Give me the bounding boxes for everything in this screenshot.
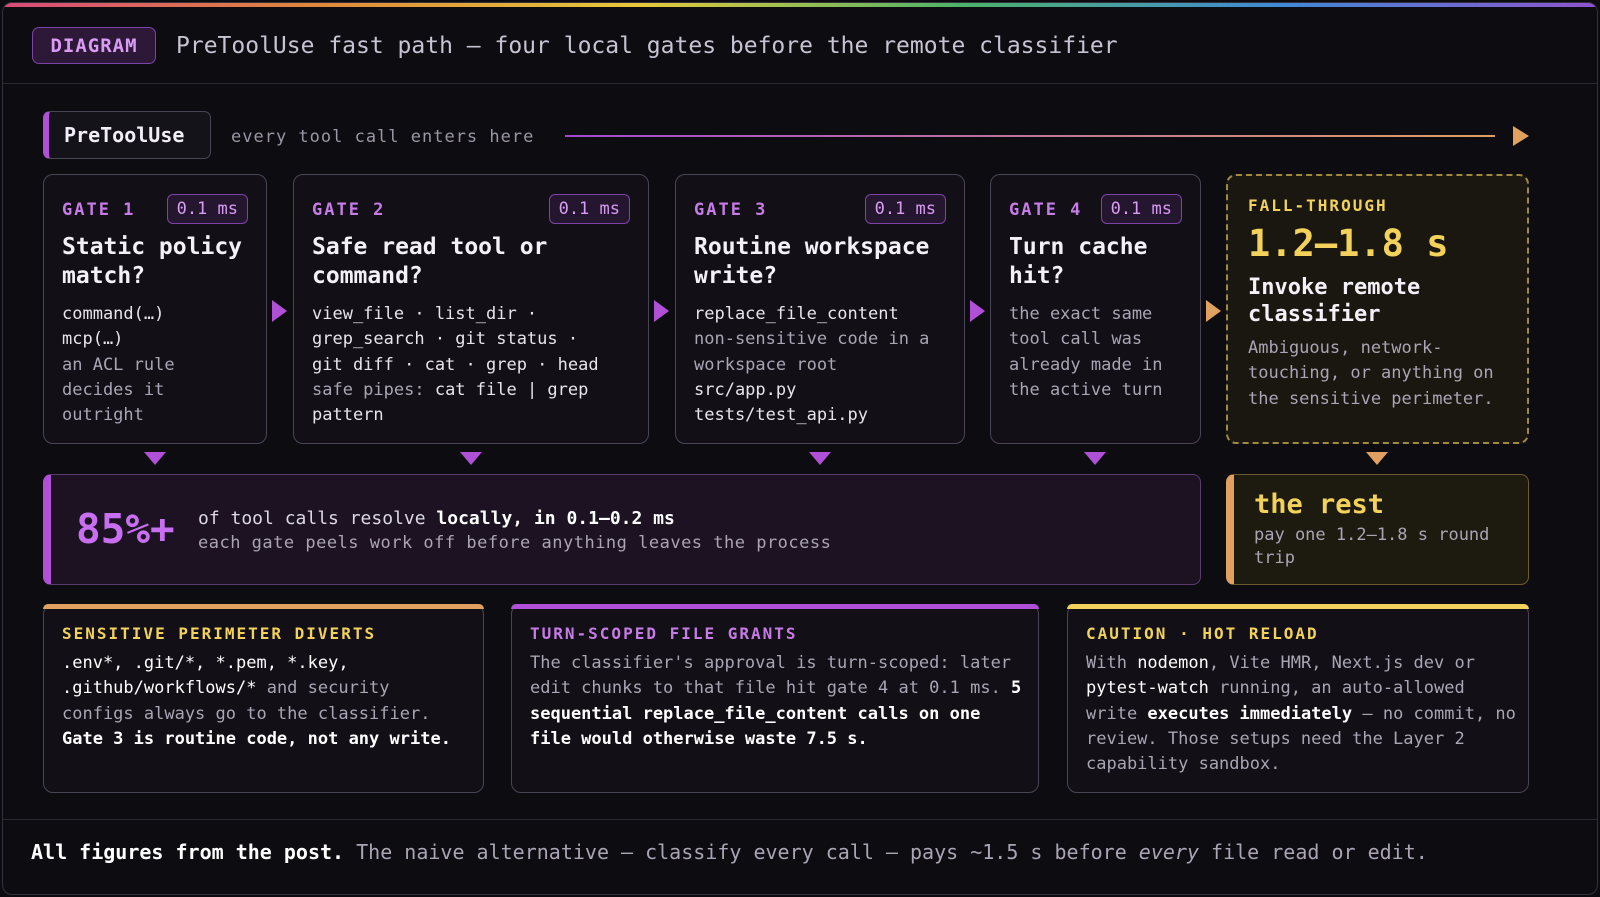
gate-line: view_file · list_dir ·	[312, 304, 538, 324]
gate-body: the exact same tool call was already mad…	[1009, 302, 1190, 403]
gate-line: the exact same	[1009, 304, 1153, 324]
gate-line: pattern	[312, 405, 384, 426]
gate-line: the active turn	[1009, 379, 1163, 400]
fallthrough-card: FALL-THROUGH 1.2–1.8 s Invoke remote cla…	[1226, 174, 1529, 444]
gate-line: replace_file_content	[694, 304, 899, 324]
arrow-down-icon	[809, 452, 831, 465]
pretooluse-entry-node: PreToolUse	[43, 111, 211, 159]
gate-line: src/app.py	[694, 379, 797, 400]
gate-title: Static policy match?	[62, 234, 243, 289]
gate-4-card: GATE 4 0.1 ms Turn cache hit? the exact …	[990, 174, 1201, 444]
sensitive-perimeter-note: SENSITIVE PERIMETER DIVERTS .env*, .git/…	[43, 604, 484, 793]
pipe-code: cat file | grep	[434, 379, 589, 400]
note-code: pytest-watch	[1086, 678, 1209, 699]
note-body: .env*, .git/*, *.pem, *.key, .github/wor…	[62, 651, 471, 752]
gate-line: grep_search · git status ·	[312, 329, 579, 350]
footer-bar: All figures from the post. The naive alt…	[3, 819, 1597, 894]
file-grants-note: TURN-SCOPED FILE GRANTS The classifier's…	[511, 604, 1039, 793]
gate-line: mcp(…)	[62, 329, 124, 350]
footer-span: The naive alternative — classify every c…	[344, 840, 1139, 864]
note-body: The classifier's approval is turn-scoped…	[530, 651, 1026, 752]
note-accent-bar	[43, 604, 484, 609]
local-percentage: 85%+	[76, 505, 175, 553]
gate-line: already made in	[1009, 354, 1163, 375]
gate-line: tests/test_api.py	[694, 405, 868, 426]
diagram-frame: DIAGRAM PreToolUse fast path — four loca…	[2, 2, 1598, 895]
fallthrough-body: Ambiguous, network-touching, or anything…	[1248, 338, 1494, 409]
gate-line: decides it	[62, 379, 165, 400]
arrow-right-icon	[970, 300, 985, 322]
local-resolution-summary: 85%+ of tool calls resolve locally, in 0…	[43, 474, 1201, 585]
note-text: With	[1086, 653, 1138, 673]
fallthrough-title: Invoke remote classifier	[1248, 275, 1421, 327]
gate-body: command(…) mcp(…) an ACL rule decides it…	[62, 302, 256, 428]
note-text: The classifier's approval is turn-scoped…	[530, 653, 1012, 699]
note-bold: executes immediately	[1147, 703, 1353, 724]
gate-title: Turn cache hit?	[1009, 234, 1148, 289]
gate-time-badge: 0.1 ms	[548, 194, 630, 224]
arrow-down-icon	[1366, 452, 1388, 465]
gate-line: git diff · cat · grep · head	[312, 354, 599, 375]
note-accent-bar	[1067, 604, 1529, 609]
footer-span: file read or edit.	[1199, 840, 1428, 864]
summary-emphasis: locally, in 0.1–0.2 ms	[436, 508, 675, 529]
note-accent-bar	[511, 604, 1039, 609]
hot-reload-caution-note: CAUTION · HOT RELOAD With nodemon, Vite …	[1067, 604, 1529, 793]
fallthrough-label: FALL-THROUGH	[1248, 196, 1388, 215]
summary-text: of tool calls resolve	[198, 508, 437, 529]
gate-line: an ACL rule	[62, 354, 175, 375]
arrow-down-icon	[1084, 452, 1106, 465]
note-label: SENSITIVE PERIMETER DIVERTS	[62, 624, 377, 643]
gate-title: Routine workspace write?	[694, 234, 930, 289]
gate-body: view_file · list_dir · grep_search · git…	[312, 302, 638, 428]
summary-line-1: of tool calls resolve locally, in 0.1–0.…	[198, 508, 675, 529]
note-code: nodemon	[1137, 653, 1209, 673]
diagram-badge: DIAGRAM	[32, 27, 156, 64]
gate-label: GATE 3	[694, 200, 768, 220]
gate-line: non-sensitive code in a	[694, 329, 930, 350]
gate-line: outright	[62, 405, 144, 426]
fallthrough-latency: 1.2–1.8 s	[1248, 222, 1449, 265]
gate-1-card: GATE 1 0.1 ms Static policy match? comma…	[43, 174, 267, 444]
gate-label: GATE 4	[1009, 200, 1083, 220]
gate-time-badge: 0.1 ms	[864, 194, 946, 224]
note-body: With nodemon, Vite HMR, Next.js dev or p…	[1086, 651, 1516, 777]
gate-time-badge: 0.1 ms	[1100, 194, 1182, 224]
gate-line: safe pipes: cat file | grep	[312, 378, 638, 403]
gate-label: GATE 2	[312, 200, 386, 220]
note-text: , Vite HMR, Next.js dev or	[1208, 653, 1475, 673]
note-label: TURN-SCOPED FILE GRANTS	[530, 624, 798, 643]
pipe-prefix: safe pipes:	[312, 379, 435, 400]
entry-flow-line	[565, 135, 1495, 137]
gate-line: command(…)	[62, 304, 165, 324]
flow-arrow-right-icon	[1513, 126, 1529, 146]
arrow-right-icon	[654, 300, 669, 322]
note-label: CAUTION · HOT RELOAD	[1086, 624, 1319, 643]
gate-2-card: GATE 2 0.1 ms Safe read tool or command?…	[293, 174, 649, 444]
the-rest-card: the rest pay one 1.2–1.8 s round trip	[1226, 474, 1529, 585]
page-title: PreToolUse fast path — four local gates …	[176, 33, 1118, 59]
gate-title: Safe read tool or command?	[312, 234, 548, 289]
gate-line: workspace root	[694, 354, 838, 375]
arrow-right-icon	[1206, 300, 1221, 322]
header-bar: DIAGRAM PreToolUse fast path — four loca…	[3, 7, 1597, 84]
gate-body: replace_file_content non-sensitive code …	[694, 302, 954, 428]
footer-emphasis: every	[1138, 840, 1200, 864]
note-bold: Gate 3 is routine code, not any write.	[62, 728, 451, 749]
footer-text: All figures from the post. The naive alt…	[31, 840, 1428, 864]
gate-line: tool call was	[1009, 329, 1143, 350]
gate-3-card: GATE 3 0.1 ms Routine workspace write? r…	[675, 174, 965, 444]
arrow-down-icon	[460, 452, 482, 465]
arrow-down-icon	[144, 452, 166, 465]
gate-label: GATE 1	[62, 200, 136, 220]
summary-line-2: each gate peels work off before anything…	[198, 533, 832, 553]
footer-bold: All figures from the post.	[31, 840, 345, 864]
arrow-right-icon	[272, 300, 287, 322]
gate-time-badge: 0.1 ms	[166, 194, 248, 224]
entry-note: every tool call enters here	[231, 127, 535, 147]
rest-body: pay one 1.2–1.8 s round trip	[1254, 525, 1490, 568]
rest-title: the rest	[1254, 489, 1385, 520]
